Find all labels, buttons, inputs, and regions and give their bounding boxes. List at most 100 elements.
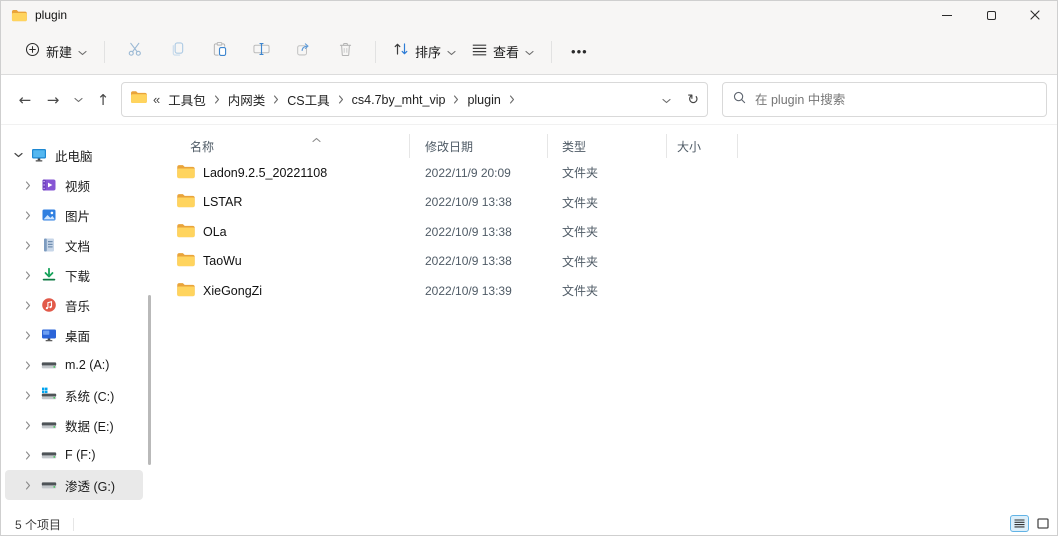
- breadcrumb[interactable]: « 工具包 内网类 CS工具 cs4.7by_mht_vip plugin ↻: [121, 82, 708, 117]
- folder-icon: [176, 164, 195, 182]
- copy-button[interactable]: [156, 35, 198, 69]
- chevron-right-icon[interactable]: [271, 95, 281, 104]
- chevron-right-icon[interactable]: [451, 95, 461, 104]
- large-icons-view-button[interactable]: [1033, 515, 1052, 532]
- sidebar-item-this-pc[interactable]: 此电脑: [5, 140, 143, 170]
- address-dropdown-icon[interactable]: [662, 91, 671, 109]
- paste-button[interactable]: [198, 35, 240, 69]
- column-header-date[interactable]: 修改日期: [410, 134, 548, 158]
- close-button[interactable]: [1013, 1, 1057, 29]
- table-row[interactable]: TaoWu 2022/10/9 13:38 文件夹: [172, 247, 1057, 277]
- column-header-type[interactable]: 类型: [548, 134, 667, 158]
- sidebar-item-drive-a[interactable]: m.2 (A:): [5, 350, 143, 380]
- nav-arrows: ← → ↑: [11, 85, 117, 115]
- file-type: 文件夹: [562, 166, 599, 181]
- table-row[interactable]: OLa 2022/10/9 13:38 文件夹: [172, 217, 1057, 247]
- chevron-right-icon[interactable]: [21, 210, 35, 220]
- file-type: 文件夹: [562, 284, 599, 299]
- drive-icon: [40, 417, 57, 433]
- sidebar-item-videos[interactable]: 视频: [5, 170, 143, 200]
- drive-icon: [40, 477, 57, 493]
- table-row[interactable]: LSTAR 2022/10/9 13:38 文件夹: [172, 188, 1057, 218]
- search-box[interactable]: [722, 82, 1047, 117]
- folder-icon: [176, 193, 195, 211]
- view-lines-icon: [472, 43, 487, 61]
- file-name: OLa: [203, 224, 227, 239]
- maximize-button[interactable]: [969, 1, 1013, 29]
- pictures-icon: [40, 207, 57, 223]
- sidebar-item-downloads[interactable]: 下载: [5, 260, 143, 290]
- chevron-right-icon[interactable]: [21, 300, 35, 310]
- chevron-down-icon[interactable]: [11, 152, 25, 158]
- music-icon: [40, 297, 57, 313]
- chevron-right-icon[interactable]: [336, 95, 346, 104]
- table-row[interactable]: Ladon9.2.5_20221108 2022/11/9 20:09 文件夹: [172, 158, 1057, 188]
- column-header-name[interactable]: 名称: [172, 134, 410, 158]
- rename-button[interactable]: [240, 35, 282, 69]
- table-row[interactable]: XieGongZi 2022/10/9 13:39 文件夹: [172, 276, 1057, 306]
- documents-icon: [40, 237, 57, 253]
- chevron-right-icon[interactable]: [21, 360, 35, 370]
- view-button[interactable]: 查看: [464, 35, 542, 69]
- sidebar-item-drive-g[interactable]: 渗透 (G:): [5, 470, 143, 500]
- details-view-button[interactable]: [1010, 515, 1029, 532]
- column-headers: 名称 修改日期 类型 大小: [172, 130, 1057, 158]
- breadcrumb-overflow-icon[interactable]: «: [153, 92, 160, 107]
- chevron-down-icon: [447, 43, 456, 61]
- file-date: 2022/10/9 13:39: [425, 283, 512, 298]
- recent-locations-button[interactable]: [67, 85, 89, 115]
- chevron-right-icon[interactable]: [21, 450, 35, 460]
- chevron-right-icon[interactable]: [21, 270, 35, 280]
- window-controls: [925, 1, 1057, 29]
- file-type: 文件夹: [562, 254, 599, 269]
- sidebar-item-pictures[interactable]: 图片: [5, 200, 143, 230]
- search-input[interactable]: [755, 92, 1036, 107]
- copy-icon: [170, 41, 185, 62]
- file-date: 2022/10/9 13:38: [425, 224, 512, 239]
- chevron-right-icon[interactable]: [21, 480, 35, 490]
- rename-icon: [252, 42, 270, 61]
- breadcrumb-item[interactable]: cs4.7by_mht_vip: [346, 93, 452, 107]
- breadcrumb-item-current[interactable]: plugin: [461, 93, 506, 107]
- navigation-pane: 此电脑 视频 图片 文档 下载 音乐 桌面 m.2 (A:) 系统 (C:) 数…: [1, 126, 156, 513]
- column-header-size[interactable]: 大小: [667, 134, 738, 158]
- breadcrumb-item[interactable]: 内网类: [222, 90, 272, 109]
- sidebar-item-music[interactable]: 音乐: [5, 290, 143, 320]
- sidebar-scrollbar[interactable]: [148, 295, 151, 465]
- forward-button[interactable]: →: [39, 85, 67, 115]
- up-button[interactable]: ↑: [89, 85, 117, 115]
- delete-button[interactable]: [324, 35, 366, 69]
- chevron-right-icon[interactable]: [21, 420, 35, 430]
- minimize-button[interactable]: [925, 1, 969, 29]
- more-options-button[interactable]: •••: [561, 44, 598, 59]
- breadcrumb-item[interactable]: 工具包: [162, 90, 212, 109]
- refresh-icon[interactable]: ↻: [687, 92, 699, 108]
- file-type: 文件夹: [562, 195, 599, 210]
- breadcrumb-item[interactable]: CS工具: [281, 90, 335, 109]
- sidebar-item-drive-f[interactable]: F (F:): [5, 440, 143, 470]
- share-button[interactable]: [282, 35, 324, 69]
- sidebar-item-drive-e[interactable]: 数据 (E:): [5, 410, 143, 440]
- new-plus-icon: [25, 42, 40, 62]
- back-button[interactable]: ←: [11, 85, 39, 115]
- trash-icon: [339, 42, 352, 62]
- chevron-right-icon[interactable]: [21, 180, 35, 190]
- chevron-right-icon[interactable]: [212, 95, 222, 104]
- chevron-right-icon[interactable]: [21, 390, 35, 400]
- view-toggles: [1010, 515, 1052, 532]
- sidebar-item-drive-c[interactable]: 系统 (C:): [5, 380, 143, 410]
- videos-icon: [40, 177, 57, 193]
- file-name: Ladon9.2.5_20221108: [203, 165, 328, 180]
- new-button[interactable]: 新建: [17, 35, 95, 69]
- file-list: 名称 修改日期 类型 大小 Ladon9.2.5_20221108 2022/1…: [156, 126, 1057, 513]
- chevron-right-icon[interactable]: [507, 95, 517, 104]
- chevron-right-icon[interactable]: [21, 240, 35, 250]
- cut-button[interactable]: [114, 35, 156, 69]
- sidebar-item-documents[interactable]: 文档: [5, 230, 143, 260]
- sidebar-item-desktop[interactable]: 桌面: [5, 320, 143, 350]
- chevron-right-icon[interactable]: [21, 330, 35, 340]
- file-explorer-window: plugin 新建 排序 查看 ••• ← → ↑ « 工具包 内网类 CS工具…: [0, 0, 1058, 536]
- sort-button[interactable]: 排序: [385, 35, 464, 69]
- search-icon: [733, 91, 746, 109]
- file-date: 2022/11/9 20:09: [425, 165, 511, 180]
